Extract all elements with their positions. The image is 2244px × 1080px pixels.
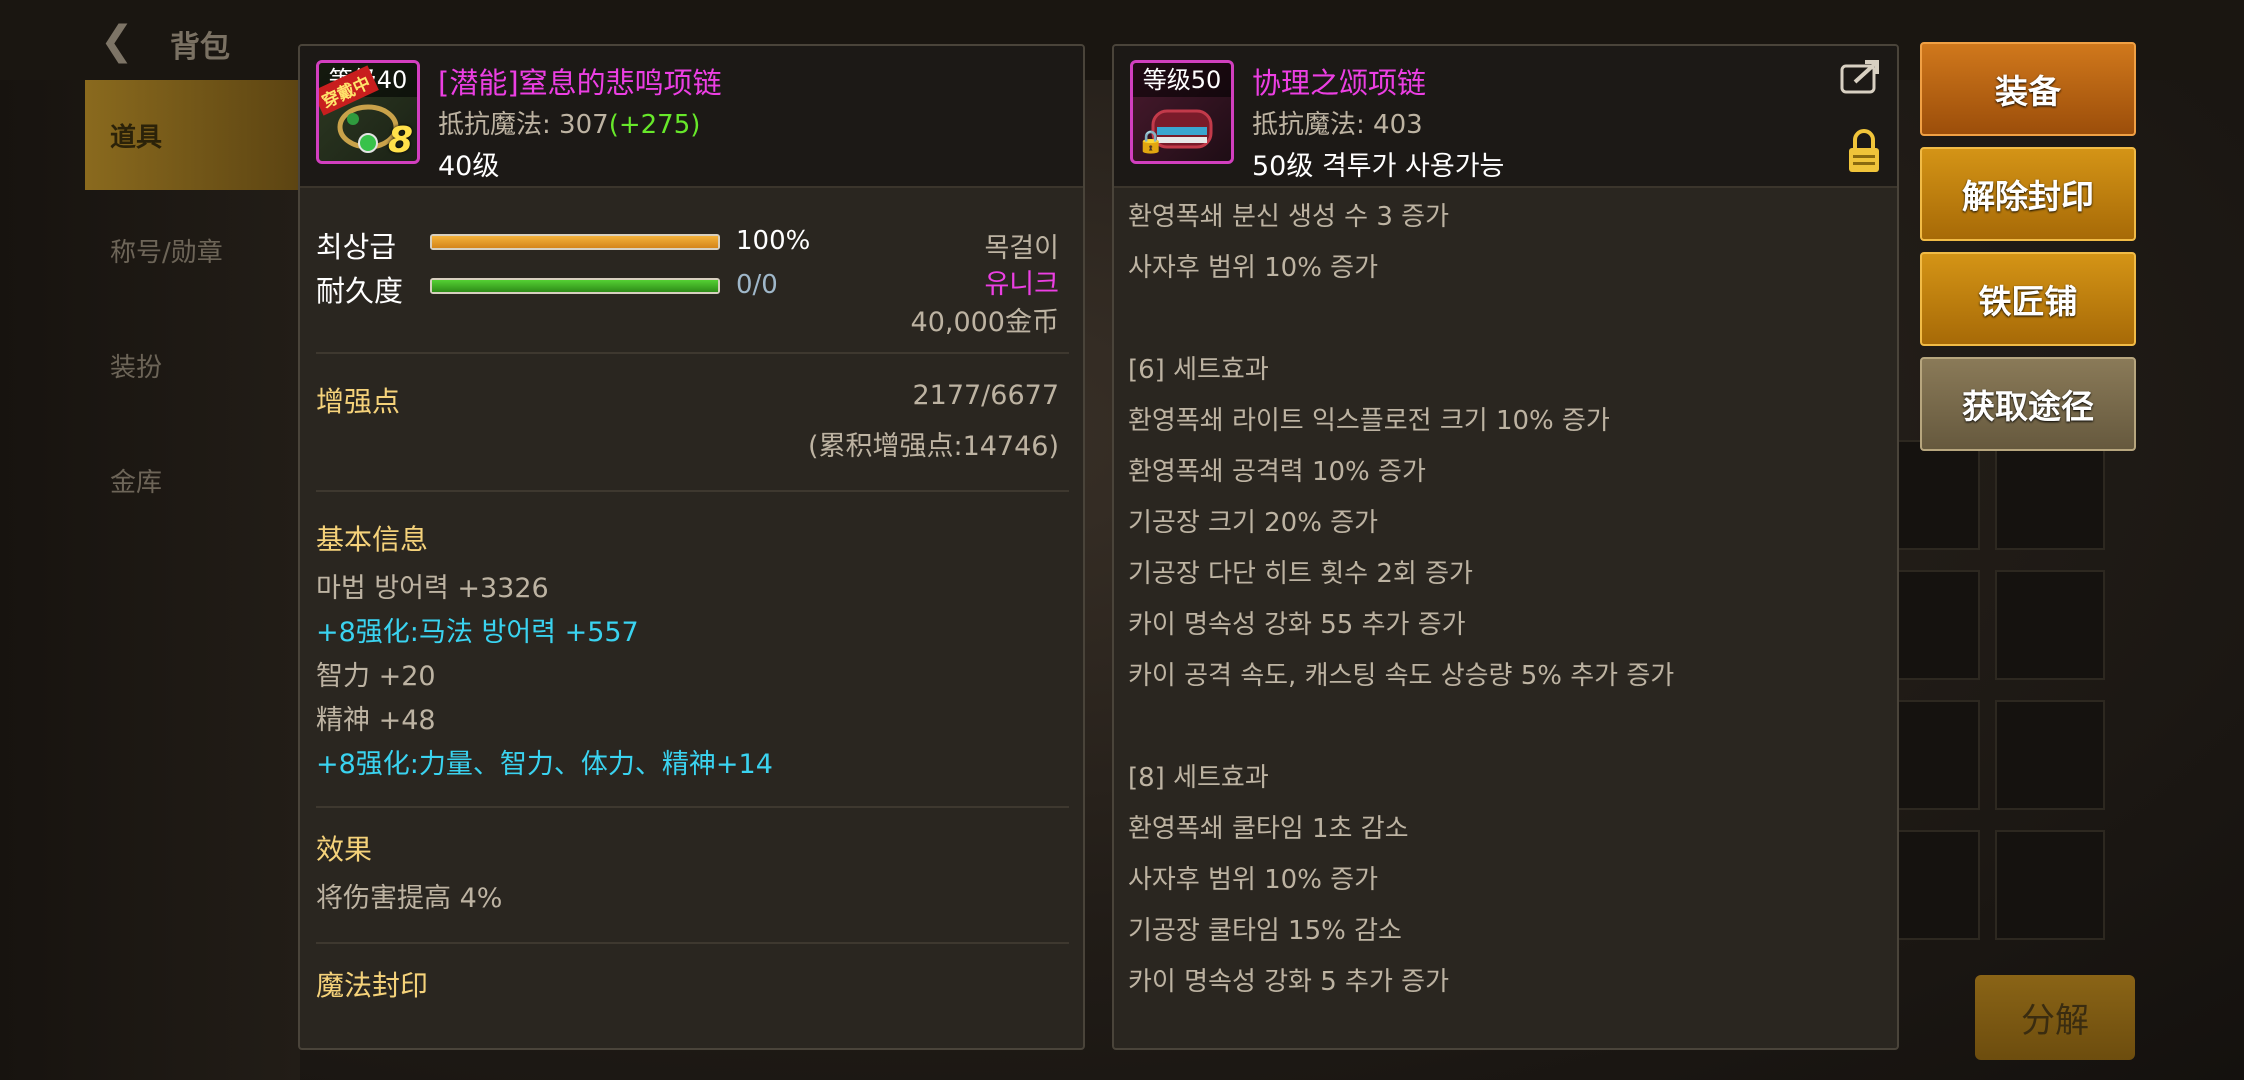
sidebar: 道具 称号/勋章 装扮 金库: [0, 80, 300, 1080]
item-main-stat: 抵抗魔法: 403: [1252, 110, 1423, 140]
item-price: 40,000金币: [910, 307, 1059, 338]
set-effect-line: 카이 공격 속도, 캐스팅 속도 상승량 5% 추가 증가: [1128, 661, 1675, 691]
sidebar-item-storage[interactable]: 金库: [85, 425, 300, 535]
rarity: 유니크: [984, 269, 1059, 300]
basic-stat-line: 精神 +48: [316, 705, 436, 736]
slot-type: 목걸이: [984, 233, 1059, 264]
set-effect-line: 기공장 크기 20% 증가: [1128, 508, 1379, 538]
set-effect-line: 환영폭쇄 분신 생성 수 3 증가: [1128, 202, 1449, 232]
inventory-slot[interactable]: [1995, 700, 2105, 810]
durability-bar: [430, 278, 720, 294]
sidebar-item-items[interactable]: 道具: [85, 80, 300, 190]
unseal-button[interactable]: 解除封印: [1920, 147, 2136, 241]
inventory-slot[interactable]: [1995, 830, 2105, 940]
enhance-points-value: 2177/6677: [912, 380, 1059, 411]
magic-seal-title: 魔法封印: [316, 969, 429, 1002]
item-header: 等级50 🔒 协理之颂项链 抵抗魔法: 403 50级 격투가 사용가능: [1114, 46, 1897, 188]
grade-label: 최상급: [316, 230, 397, 264]
sidebar-item-titles[interactable]: 称号/勋章: [85, 195, 300, 305]
basic-stat-line: 마법 방어력 +3326: [316, 573, 549, 604]
set-effect-line: [6] 세트효과: [1128, 355, 1269, 385]
grade-bar: [430, 234, 720, 250]
basic-info-title: 基本信息: [316, 523, 429, 556]
divider: [316, 806, 1069, 808]
basic-stat-line: 智力 +20: [316, 661, 436, 692]
enhance-level: 8: [387, 120, 413, 161]
set-effect-line: [8] 세트효과: [1128, 763, 1269, 793]
item-name: 协理之颂项链: [1252, 66, 1427, 100]
item-name: [潜能]窒息的悲鸣项链: [438, 66, 722, 100]
set-effect-line: 기공장 다단 히트 횟수 2회 증가: [1128, 559, 1473, 589]
basic-stat-line: +8强化:力量、智力、体力、精神+14: [316, 749, 773, 780]
selected-item-tooltip: 等级50 🔒 协理之颂项链 抵抗魔法: 403 50级 격투가 사용가능 환영폭…: [1112, 44, 1899, 1050]
divider: [316, 352, 1069, 354]
equipped-item-tooltip: 等级40 穿戴中 8 [潜能]窒息的悲鸣项链 抵抗魔法: 307(+275) 4…: [298, 44, 1085, 1050]
enhance-points-total: (累积增强点:14746): [807, 431, 1059, 462]
set-effect-line: 환영폭쇄 쿨타임 1초 감소: [1128, 814, 1409, 844]
basic-stat-line: +8强化:马法 방어력 +557: [316, 617, 639, 648]
durability-value: 0/0: [736, 270, 778, 300]
blacksmith-button[interactable]: 铁匠铺: [1920, 252, 2136, 346]
back-arrow-icon[interactable]: ❮: [100, 18, 134, 64]
item-header: 等级40 穿戴中 8 [潜能]窒息的悲鸣项链 抵抗魔法: 307(+275) 4…: [300, 46, 1083, 188]
disassemble-button[interactable]: 分解: [1975, 975, 2135, 1060]
effect-text: 将伤害提高 4%: [316, 883, 503, 914]
set-effect-line: 카이 명속성 강화 5 추가 증가: [1128, 967, 1449, 997]
grade-percent: 100%: [736, 226, 811, 256]
durability-bar-fill: [432, 280, 718, 292]
set-effect-line: 사자후 범위 10% 증가: [1128, 253, 1379, 283]
durability-label: 耐久度: [316, 274, 404, 308]
enhance-points-label: 增强点: [316, 385, 401, 418]
lock-icon[interactable]: [1847, 128, 1881, 174]
item-icon: 等级50 🔒: [1130, 60, 1234, 164]
lock-icon: 🔒: [1137, 130, 1165, 155]
sidebar-item-avatar[interactable]: 装扮: [85, 310, 300, 420]
inventory-title: 背包: [170, 30, 230, 65]
set-effect-line: 사자후 범위 10% 증가: [1128, 865, 1379, 895]
acquire-route-button[interactable]: 获取途径: [1920, 357, 2136, 451]
set-effect-line: 카이 명속성 강화 55 추가 증가: [1128, 610, 1466, 640]
inventory-grid: [1870, 440, 2150, 960]
share-icon[interactable]: [1839, 58, 1883, 96]
item-main-stat: 抵抗魔法: 307(+275): [438, 110, 701, 140]
set-effect-line: 기공장 쿨타임 15% 감소: [1128, 916, 1402, 946]
set-effect-line: 환영폭쇄 라이트 익스플로전 크기 10% 증가: [1128, 406, 1610, 436]
divider: [316, 942, 1069, 944]
equip-button[interactable]: 装备: [1920, 42, 2136, 136]
item-level: 40级: [438, 151, 500, 182]
grade-bar-fill: [432, 236, 718, 248]
icon-level-label: 等级50: [1133, 63, 1231, 97]
item-requirement: 50级 격투가 사용가능: [1252, 151, 1505, 182]
inventory-slot[interactable]: [1995, 440, 2105, 550]
divider: [316, 490, 1069, 492]
item-icon: 等级40 穿戴中 8: [316, 60, 420, 164]
set-effect-line: 환영폭쇄 공격력 10% 증가: [1128, 457, 1426, 487]
inventory-slot[interactable]: [1995, 570, 2105, 680]
effect-title: 效果: [316, 833, 373, 866]
